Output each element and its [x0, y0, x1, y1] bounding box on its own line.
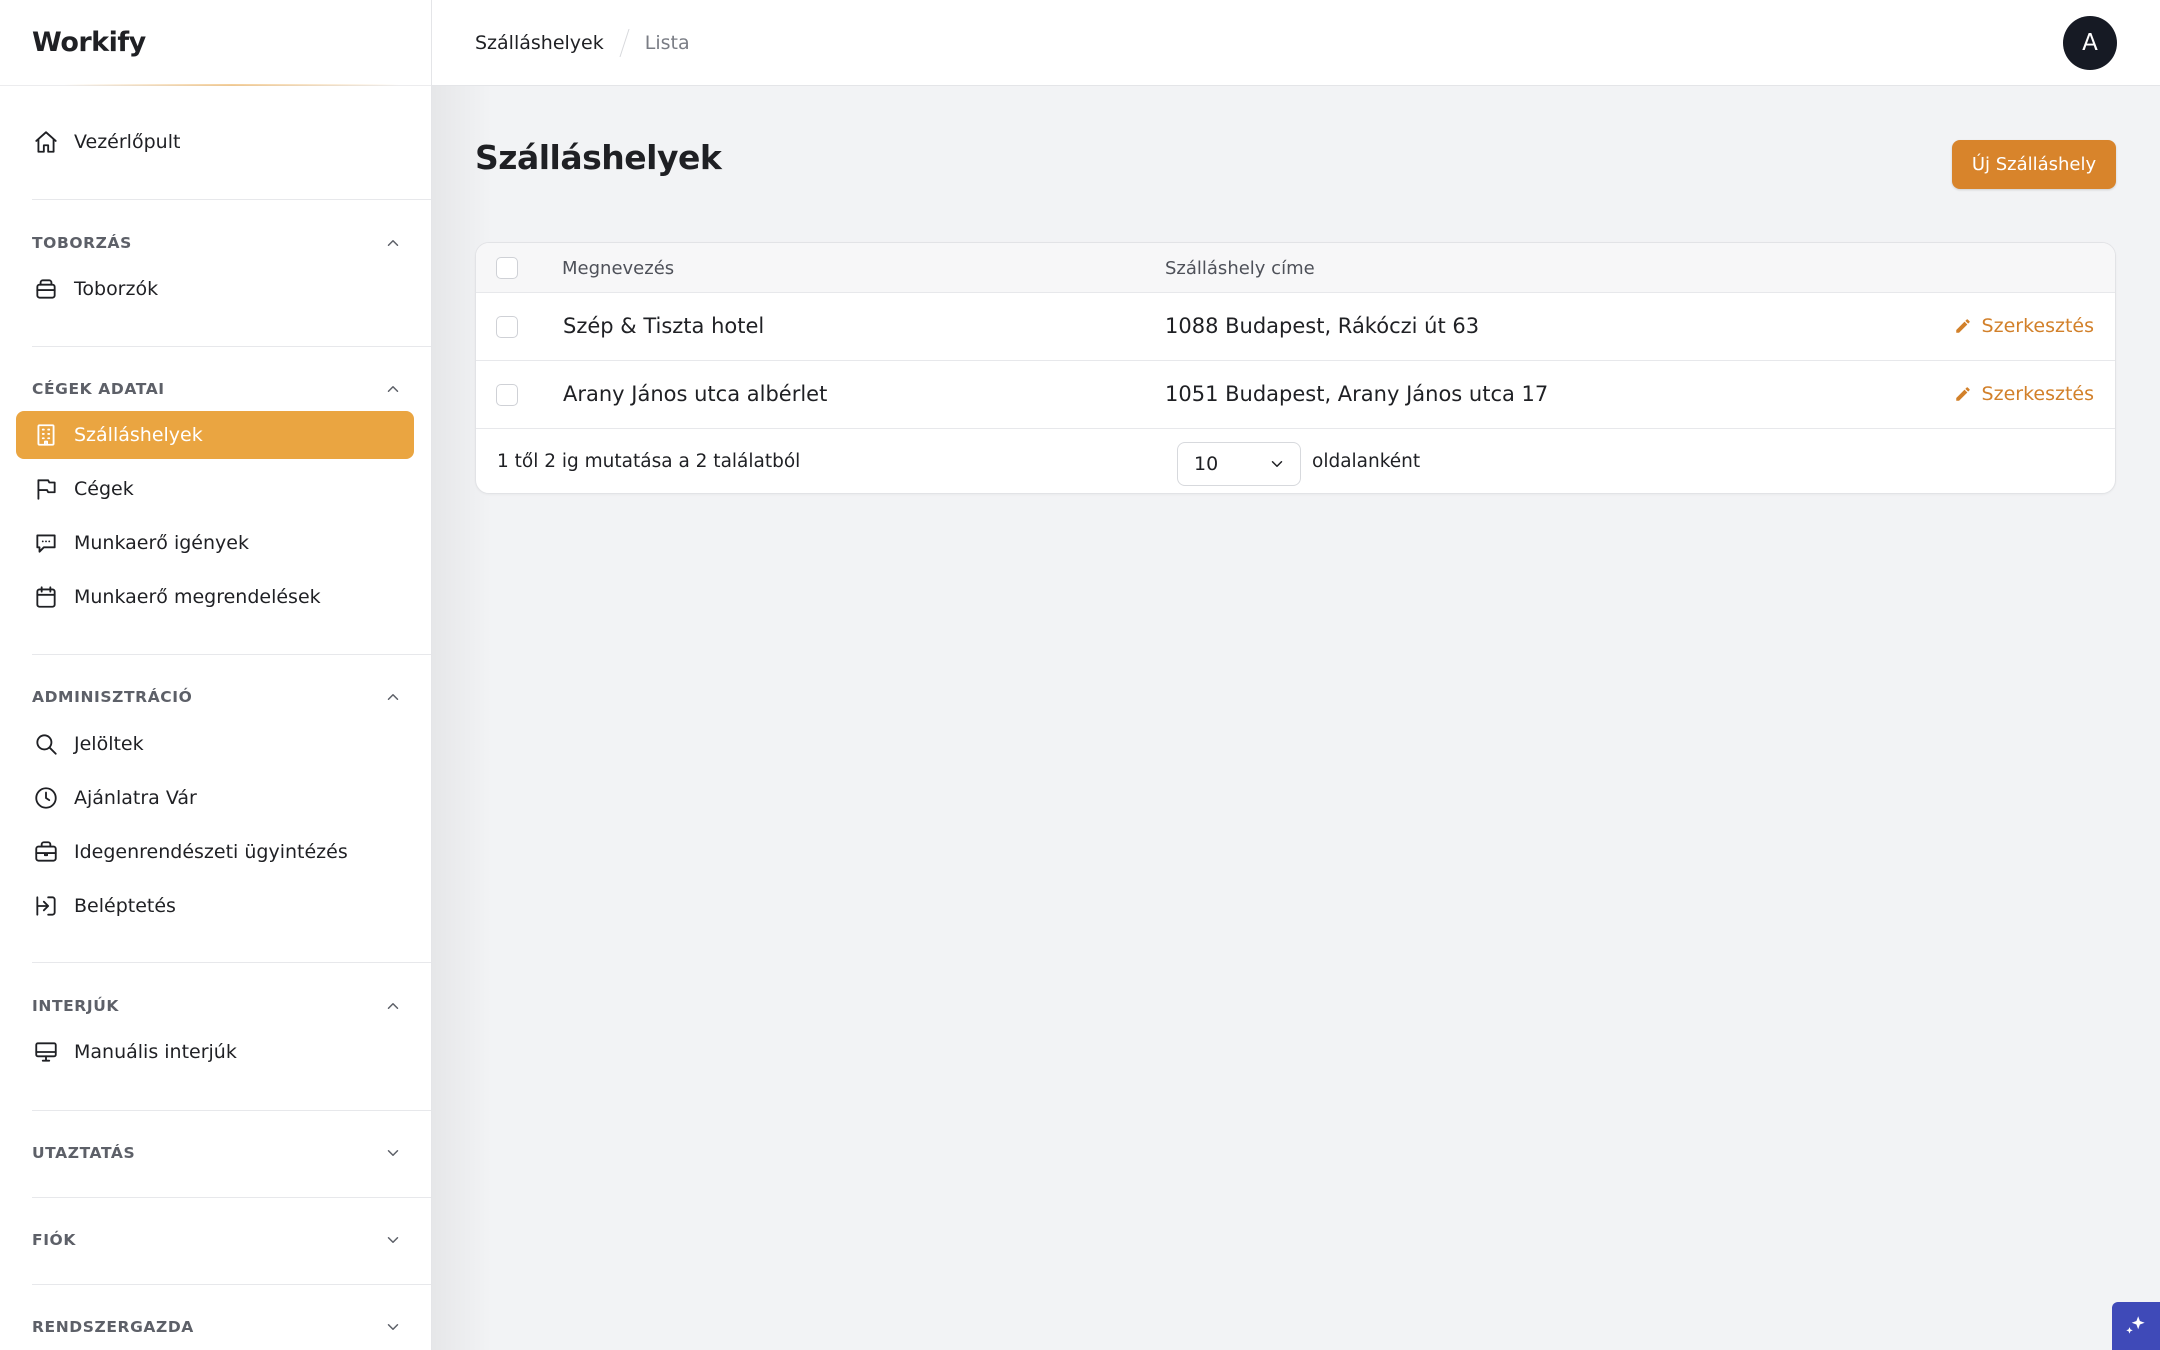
sidebar-item-label: Szálláshelyek [74, 424, 203, 446]
sidebar-item-label: Jelöltek [74, 733, 144, 755]
sidebar-divider [32, 346, 431, 347]
column-header-name[interactable]: Megnevezés [562, 258, 674, 279]
breadcrumb-separator [619, 28, 630, 57]
sparkle-icon [2126, 1316, 2145, 1334]
column-header-address[interactable]: Szálláshely címe [1165, 258, 1315, 279]
sidebar-item-szallashelyek[interactable]: Szálláshelyek [16, 411, 414, 459]
sidebar-item-ajanlatra-var[interactable]: Ajánlatra Vár [16, 774, 414, 822]
breadcrumb-sub: Lista [644, 31, 690, 54]
chat-icon [32, 529, 60, 557]
section-title: RENDSZERGAZDA [32, 1318, 194, 1336]
section-toggle-fiok[interactable]: FIÓK [32, 1225, 402, 1255]
sidebar-item-label: Munkaerő megrendelések [74, 586, 321, 608]
table-header: Megnevezés Szálláshely címe [476, 243, 2115, 293]
monitor-icon [32, 1038, 60, 1066]
sidebar-item-label: Idegenrendészeti ügyintézés [74, 841, 348, 863]
per-page-label: oldalanként [1312, 451, 1421, 472]
sidebar-divider [32, 1284, 431, 1285]
section-title: CÉGEK ADATAI [32, 380, 165, 398]
sidebar-item-dashboard[interactable]: Vezérlőpult [16, 118, 414, 166]
sidebar-item-label: Munkaerő igények [74, 532, 249, 554]
breadcrumb-current[interactable]: Szálláshelyek [475, 32, 604, 54]
section-title: INTERJÚK [32, 997, 119, 1015]
section-toggle-interjuk[interactable]: INTERJÚK [32, 991, 402, 1021]
chevron-down-icon [1271, 461, 1283, 467]
table-row[interactable]: Arany János utca albérlet 1051 Budapest,… [476, 361, 2115, 429]
sidebar-divider [32, 1197, 431, 1198]
sidebar-item-munkaero-igenyek[interactable]: Munkaerő igények [16, 519, 414, 567]
section-toggle-toborzas[interactable]: TOBORZÁS [32, 228, 402, 258]
new-accommodation-button[interactable]: Új Szálláshely [1952, 140, 2116, 189]
section-toggle-cegek-adatai[interactable]: CÉGEK ADATAI [32, 374, 402, 404]
sidebar-item-munkaero-megrendelesek[interactable]: Munkaerő megrendelések [16, 573, 414, 621]
select-all-checkbox[interactable] [496, 257, 518, 279]
app-logo[interactable]: Workify [0, 0, 431, 86]
accommodations-table: Megnevezés Szálláshely címe Szép & Tiszt… [475, 242, 2116, 494]
login-icon [32, 892, 60, 920]
breadcrumb: Szálláshelyek Lista [475, 28, 690, 57]
chevron-down-icon [387, 1237, 399, 1243]
sidebar-item-label: Cégek [74, 478, 134, 500]
edit-link-label: Szerkesztés [1981, 383, 2094, 405]
chevron-down-icon [387, 1150, 399, 1156]
calendar-icon [32, 583, 60, 611]
briefcase-icon [32, 838, 60, 866]
section-toggle-rendszergazda[interactable]: RENDSZERGAZDA [32, 1312, 402, 1342]
sidebar-divider [32, 1110, 431, 1111]
sidebar-item-label: Toborzók [74, 278, 159, 300]
row-checkbox[interactable] [496, 316, 518, 338]
sidebar-item-cegek[interactable]: Cégek [16, 465, 414, 513]
sidebar-item-toborzok[interactable]: Toborzók [16, 265, 414, 313]
sidebar: Workify Vezérlőpult TOBORZÁS Toborzók CÉ… [0, 0, 432, 1350]
section-title: FIÓK [32, 1231, 76, 1249]
section-title: ADMINISZTRÁCIÓ [32, 688, 193, 706]
per-page-select[interactable]: 10 [1177, 442, 1301, 486]
section-title: UTAZTATÁS [32, 1144, 136, 1162]
cell-name: Szép & Tiszta hotel [563, 314, 765, 338]
per-page-value: 10 [1194, 453, 1219, 475]
top-bar: Szálláshelyek Lista A [432, 0, 2160, 86]
search-icon [32, 730, 60, 758]
sidebar-item-idegenrendeszeti[interactable]: Idegenrendészeti ügyintézés [16, 828, 414, 876]
row-checkbox[interactable] [496, 384, 518, 406]
chevron-up-icon [387, 240, 399, 246]
results-summary: 1 től 2 ig mutatása a 2 találatból [497, 451, 801, 472]
sidebar-divider [32, 962, 431, 963]
cell-name: Arany János utca albérlet [563, 382, 828, 406]
clock-icon [32, 784, 60, 812]
sidebar-item-jeloltek[interactable]: Jelöltek [16, 720, 414, 768]
table-row[interactable]: Szép & Tiszta hotel 1088 Budapest, Rákóc… [476, 293, 2115, 361]
chevron-down-icon [387, 1324, 399, 1330]
table-pagination: 1 től 2 ig mutatása a 2 találatból 10 ol… [476, 431, 2115, 493]
flag-icon [32, 475, 60, 503]
section-toggle-adminisztracio[interactable]: ADMINISZTRÁCIÓ [32, 682, 402, 712]
page-title: Szálláshelyek [475, 138, 722, 177]
sidebar-item-manualis-interjuk[interactable]: Manuális interjúk [16, 1028, 414, 1076]
section-toggle-utaztatas[interactable]: UTAZTATÁS [32, 1138, 402, 1168]
chevron-up-icon [387, 1003, 399, 1009]
sidebar-item-label: Ajánlatra Vár [74, 787, 197, 809]
sidebar-divider [32, 199, 431, 200]
edit-link-label: Szerkesztés [1981, 315, 2094, 337]
sidebar-item-beleptetes[interactable]: Beléptetés [16, 882, 414, 930]
sidebar-item-label: Beléptetés [74, 895, 176, 917]
edit-link[interactable]: Szerkesztés [1954, 315, 2094, 337]
chevron-up-icon [387, 694, 399, 700]
sparkle-widget-button[interactable] [2112, 1302, 2160, 1350]
sidebar-item-label: Vezérlőpult [74, 131, 181, 153]
cell-address: 1051 Budapest, Arany János utca 17 [1165, 382, 1549, 406]
sidebar-divider [32, 654, 431, 655]
sidebar-item-label: Manuális interjúk [74, 1041, 237, 1063]
home-icon [32, 128, 60, 156]
edit-link[interactable]: Szerkesztés [1954, 383, 2094, 405]
chevron-up-icon [387, 386, 399, 392]
cell-address: 1088 Budapest, Rákóczi út 63 [1165, 314, 1480, 338]
pencil-icon [1955, 319, 1970, 333]
user-avatar[interactable]: A [2063, 16, 2117, 70]
box-icon [32, 275, 60, 303]
section-title: TOBORZÁS [32, 234, 132, 252]
building-icon [32, 421, 60, 449]
pencil-icon [1955, 387, 1970, 401]
